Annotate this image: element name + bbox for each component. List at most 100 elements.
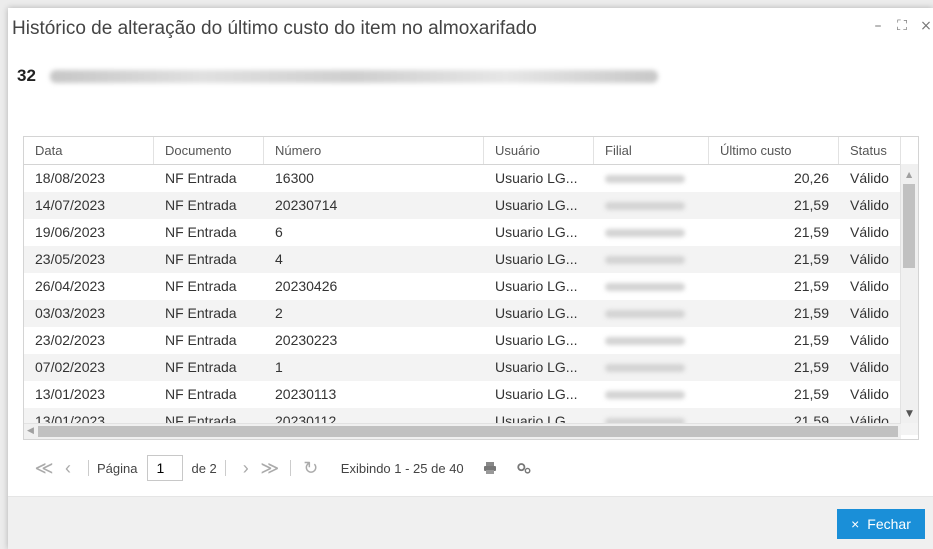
window-controls: – ⛶ ×	[871, 18, 933, 34]
pager-divider	[88, 460, 89, 476]
showing-range: Exibindo 1 - 25 de 40	[340, 460, 464, 476]
dialog-footer: × Fechar	[8, 496, 933, 549]
cell-ultimo-custo: 21,59	[793, 305, 829, 321]
page-total: de 2	[191, 460, 217, 476]
grid-body: 18/08/2023 NF Entrada 16300 Usuario LG... 20…	[24, 165, 918, 435]
cell-ultimo-custo: 20,26	[793, 170, 829, 186]
minimize-icon[interactable]: –	[871, 18, 885, 34]
scroll-left-icon[interactable]: ◀	[27, 424, 34, 439]
column-header-documento[interactable]: Documento	[154, 137, 264, 164]
cell-data: 03/03/2023	[35, 305, 106, 321]
pager-divider	[224, 460, 226, 476]
cell-ultimo-custo: 21,59	[793, 278, 829, 294]
cell-filial	[594, 219, 709, 246]
grid-header: Data Documento Número Usuário Filial Últ…	[24, 137, 918, 165]
cell-numero: 6	[275, 224, 283, 240]
cell-filial	[594, 327, 709, 354]
dialog-titlebar: Histórico de alteração do último custo d…	[8, 8, 933, 50]
column-header-numero[interactable]: Número	[264, 137, 484, 164]
cell-documento: NF Entrada	[165, 251, 237, 267]
cell-ultimo-custo: 21,59	[793, 386, 829, 402]
cell-status: Válido	[850, 170, 889, 186]
cell-data: 18/08/2023	[35, 170, 106, 186]
cell-status: Válido	[850, 359, 889, 375]
table-row[interactable]: 18/08/2023 NF Entrada 16300 Usuario LG... 20…	[24, 165, 918, 192]
cell-status: Válido	[850, 251, 889, 267]
filial-redacted	[605, 364, 685, 372]
cell-usuario: Usuario LG...	[495, 305, 578, 321]
vertical-scrollbar[interactable]: ▲ ▼	[900, 164, 918, 423]
maximize-icon[interactable]: ⛶	[895, 18, 909, 34]
scroll-up-icon[interactable]: ▲	[906, 170, 912, 179]
cell-ultimo-custo: 21,59	[793, 251, 829, 267]
cell-data: 23/05/2023	[35, 251, 106, 267]
cell-ultimo-custo: 21,59	[793, 332, 829, 348]
history-grid: Data Documento Número Usuário Filial Últ…	[23, 136, 919, 440]
column-header-ultimo-custo[interactable]: Último custo	[709, 137, 839, 164]
dialog-title: Histórico de alteração do último custo d…	[12, 18, 537, 39]
close-button[interactable]: × Fechar	[837, 509, 925, 539]
item-header: 32	[17, 66, 658, 86]
cell-data: 07/02/2023	[35, 359, 106, 375]
table-row[interactable]: 26/04/2023 NF Entrada 20230426 Usuario LG..…	[24, 273, 918, 300]
cell-numero: 16300	[275, 170, 314, 186]
table-row[interactable]: 19/06/2023 NF Entrada 6 Usuario LG... 21,59 V…	[24, 219, 918, 246]
cell-numero: 20230426	[275, 278, 338, 294]
cell-numero: 4	[275, 251, 283, 267]
column-header-filial[interactable]: Filial	[594, 137, 709, 164]
refresh-icon[interactable]: ↻	[299, 458, 323, 479]
gears-icon[interactable]	[516, 460, 532, 476]
print-icon[interactable]	[482, 460, 498, 476]
last-page-icon[interactable]: ≫	[258, 458, 282, 479]
horizontal-scroll-thumb[interactable]	[38, 426, 898, 437]
close-button-label: Fechar	[867, 516, 911, 532]
cell-documento: NF Entrada	[165, 332, 237, 348]
filial-redacted	[605, 256, 685, 264]
cell-ultimo-custo: 21,59	[793, 197, 829, 213]
cell-documento: NF Entrada	[165, 197, 237, 213]
scroll-down-icon[interactable]: ▼	[906, 409, 913, 419]
cell-filial	[594, 246, 709, 273]
cell-data: 23/02/2023	[35, 332, 106, 348]
column-header-data[interactable]: Data	[24, 137, 154, 164]
history-dialog: Histórico de alteração do último custo d…	[8, 8, 933, 549]
pager-divider	[289, 460, 291, 476]
next-page-icon[interactable]: ›	[234, 458, 258, 479]
cell-numero: 20230714	[275, 197, 338, 213]
item-description-redacted	[49, 69, 658, 83]
table-row[interactable]: 23/02/2023 NF Entrada 20230223 Usuario LG..…	[24, 327, 918, 354]
cell-documento: NF Entrada	[165, 305, 237, 321]
table-row[interactable]: 23/05/2023 NF Entrada 4 Usuario LG... 21,59 V…	[24, 246, 918, 273]
first-page-icon[interactable]: ≪	[32, 458, 56, 479]
page-number-input[interactable]	[147, 455, 184, 481]
table-row[interactable]: 03/03/2023 NF Entrada 2 Usuario LG... 21,59 V…	[24, 300, 918, 327]
item-code: 32	[17, 66, 36, 85]
filial-redacted	[605, 337, 685, 345]
filial-redacted	[605, 202, 685, 210]
column-header-status[interactable]: Status	[839, 137, 901, 164]
table-row[interactable]: 14/07/2023 NF Entrada 20230714 Usuario LG..…	[24, 192, 918, 219]
cell-ultimo-custo: 21,59	[793, 359, 829, 375]
cell-filial	[594, 300, 709, 327]
pagination-bar: ≪ ‹ Página de 2 › ≫ ↻ Exibindo 1 - 25 de…	[32, 455, 532, 481]
cell-status: Válido	[850, 332, 889, 348]
table-row[interactable]: 13/01/2023 NF Entrada 20230113 Usuario LG..…	[24, 381, 918, 408]
cell-numero: 20230223	[275, 332, 338, 348]
cell-numero: 2	[275, 305, 283, 321]
column-header-usuario[interactable]: Usuário	[484, 137, 594, 164]
page-label: Página	[97, 460, 138, 476]
horizontal-scrollbar[interactable]: ◀	[24, 423, 901, 439]
filial-redacted	[605, 391, 685, 399]
table-row[interactable]: 07/02/2023 NF Entrada 1 Usuario LG... 21,59 V…	[24, 354, 918, 381]
cell-documento: NF Entrada	[165, 386, 237, 402]
cell-documento: NF Entrada	[165, 278, 237, 294]
cell-data: 19/06/2023	[35, 224, 106, 240]
close-icon[interactable]: ×	[919, 18, 933, 34]
cell-data: 13/01/2023	[35, 386, 106, 402]
cell-usuario: Usuario LG...	[495, 386, 578, 402]
vertical-scroll-thumb[interactable]	[903, 184, 915, 268]
cell-status: Válido	[850, 278, 889, 294]
prev-page-icon[interactable]: ‹	[56, 458, 80, 479]
cell-status: Válido	[850, 224, 889, 240]
filial-redacted	[605, 283, 685, 291]
